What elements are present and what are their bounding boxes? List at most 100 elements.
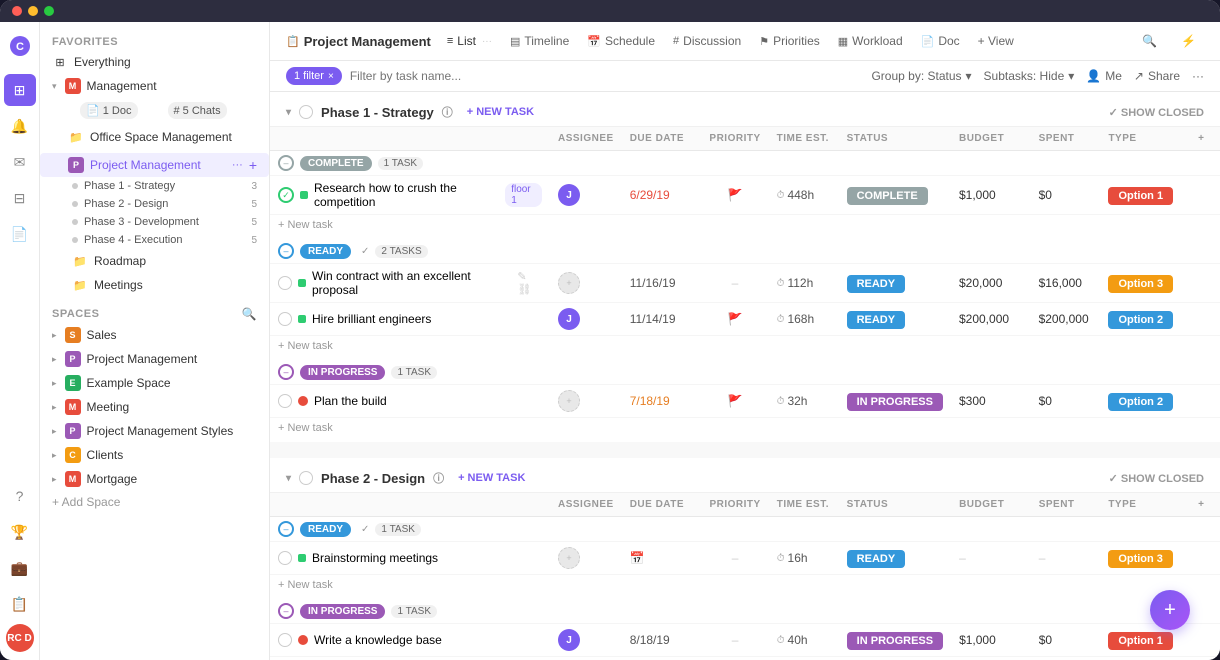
p2-ready-collapse[interactable]: –: [278, 521, 294, 537]
phase2-info[interactable]: ⓘ: [433, 470, 444, 486]
tab-workload[interactable]: ▦ Workload: [830, 30, 911, 52]
task-type4[interactable]: Option 2: [1108, 393, 1173, 411]
task-type6[interactable]: Option 1: [1108, 632, 1173, 650]
task-assignee4[interactable]: +: [558, 390, 580, 412]
help-icon[interactable]: ?: [4, 480, 36, 512]
task-check6[interactable]: [278, 633, 292, 647]
sidebar-item-pm-styles[interactable]: ▸ P Project Management Styles: [40, 419, 269, 443]
p2-inprogress-collapse[interactable]: –: [278, 603, 294, 619]
chats-badge[interactable]: # 5 Chats: [168, 102, 227, 119]
task-tag[interactable]: floor 1: [505, 183, 542, 207]
sidebar-item-clients[interactable]: ▸ C Clients: [40, 443, 269, 467]
tab-list[interactable]: ≡ List ···: [439, 30, 500, 52]
task-status3[interactable]: READY: [847, 311, 906, 329]
phase1-show-closed[interactable]: ✓ SHOW CLOSED: [1109, 106, 1204, 119]
task-type2[interactable]: Option 3: [1108, 275, 1173, 293]
maximize-dot[interactable]: [44, 6, 54, 16]
task-status5[interactable]: READY: [847, 550, 906, 568]
task-status4[interactable]: IN PROGRESS: [847, 393, 943, 411]
minimize-dot[interactable]: [28, 6, 38, 16]
task-status[interactable]: COMPLETE: [847, 187, 928, 205]
briefcase-icon[interactable]: 💼: [4, 552, 36, 584]
phase2-new-task[interactable]: + NEW TASK: [452, 470, 531, 486]
message-icon[interactable]: ✉: [4, 146, 36, 178]
add-task-inprogress[interactable]: + New task: [278, 422, 1212, 434]
ready-collapse[interactable]: –: [278, 243, 294, 259]
task-assignee3[interactable]: J: [558, 308, 580, 330]
pm-options[interactable]: ···: [232, 159, 243, 171]
phase2-circle[interactable]: [299, 471, 313, 485]
task-assignee6[interactable]: J: [558, 629, 580, 651]
task-type3[interactable]: Option 2: [1108, 311, 1173, 329]
pm-add[interactable]: +: [249, 157, 257, 173]
sidebar-item-sales[interactable]: ▸ S Sales: [40, 323, 269, 347]
phase2-show-closed[interactable]: ✓ SHOW CLOSED: [1109, 472, 1204, 485]
tab-schedule[interactable]: 📅 Schedule: [579, 30, 663, 52]
home-icon[interactable]: ⊞: [4, 74, 36, 106]
subtasks-btn[interactable]: Subtasks: Hide ▾: [984, 69, 1075, 83]
dashboard-icon[interactable]: ⊟: [4, 182, 36, 214]
task-check4[interactable]: [278, 394, 292, 408]
more-options-btn[interactable]: ···: [1192, 69, 1204, 83]
task-check2[interactable]: [278, 276, 292, 290]
group-by-btn[interactable]: Group by: Status ▾: [871, 69, 971, 83]
phase2-collapse[interactable]: ▾: [286, 473, 291, 484]
inprogress-collapse[interactable]: –: [278, 364, 294, 380]
col-add-header[interactable]: +: [1190, 127, 1220, 151]
sidebar-item-example[interactable]: ▸ E Example Space: [40, 371, 269, 395]
task-assignee5[interactable]: +: [558, 547, 580, 569]
p2-add-task-ready[interactable]: + New task: [278, 579, 1212, 591]
task-status2[interactable]: READY: [847, 275, 906, 293]
sidebar-item-project-management[interactable]: P Project Management ··· +: [40, 153, 269, 177]
close-dot[interactable]: [12, 6, 22, 16]
p2-col-add[interactable]: +: [1190, 493, 1220, 517]
sidebar-subitem-development[interactable]: Phase 3 - Development 5: [40, 213, 269, 231]
spaces-search-icon[interactable]: 🔍: [242, 307, 257, 321]
phase1-circle[interactable]: [299, 105, 313, 119]
phase1-new-task[interactable]: + NEW TASK: [461, 104, 540, 120]
add-task-ready[interactable]: + New task: [278, 340, 1212, 352]
task-check5[interactable]: [278, 551, 292, 565]
sidebar-item-pm2[interactable]: ▸ P Project Management: [40, 347, 269, 371]
task-status6[interactable]: IN PROGRESS: [847, 632, 943, 650]
sidebar-subitem-strategy[interactable]: Phase 1 - Strategy 3: [40, 177, 269, 195]
sidebar-subitem-design[interactable]: Phase 2 - Design 5: [40, 195, 269, 213]
sidebar-item-meetings[interactable]: 📁 Meetings: [40, 273, 269, 297]
tab-add-view[interactable]: + View: [970, 30, 1022, 52]
bolt-button[interactable]: ⚡: [1173, 30, 1204, 52]
add-space-btn[interactable]: + Add Space: [40, 491, 269, 513]
clipboard-icon[interactable]: 📋: [4, 588, 36, 620]
sidebar-item-roadmap[interactable]: 📁 Roadmap: [40, 249, 269, 273]
tab-discussion[interactable]: # Discussion: [665, 30, 749, 52]
doc-badge[interactable]: 📄 1 Doc: [80, 102, 138, 119]
task-check3[interactable]: [278, 312, 292, 326]
sidebar-item-office[interactable]: 📁 Office Space Management: [40, 125, 269, 149]
task-assignee[interactable]: J: [558, 184, 580, 206]
sidebar-item-mortgage[interactable]: ▸ M Mortgage: [40, 467, 269, 491]
user-avatar[interactable]: RC D: [6, 624, 34, 652]
task-type5[interactable]: Option 3: [1108, 550, 1173, 568]
phase1-info[interactable]: ⓘ: [442, 104, 453, 120]
phase1-collapse[interactable]: ▾: [286, 107, 291, 118]
tab-priorities[interactable]: ⚑ Priorities: [751, 30, 828, 52]
share-btn[interactable]: ↗ Share: [1134, 69, 1180, 83]
task-type[interactable]: Option 1: [1108, 187, 1173, 205]
add-task-complete[interactable]: + New task: [278, 219, 1212, 231]
search-button[interactable]: 🔍: [1134, 30, 1165, 52]
sidebar-item-management[interactable]: ▾ M Management: [40, 74, 269, 98]
trophy-icon[interactable]: 🏆: [4, 516, 36, 548]
filter-chip[interactable]: 1 filter ×: [286, 67, 342, 85]
sidebar-item-everything[interactable]: ⊞ Everything: [40, 50, 269, 74]
notification-icon[interactable]: 🔔: [4, 110, 36, 142]
docs-icon[interactable]: 📄: [4, 218, 36, 250]
sidebar-subitem-execution[interactable]: Phase 4 - Execution 5: [40, 231, 269, 249]
task-assignee2[interactable]: +: [558, 272, 580, 294]
complete-collapse[interactable]: –: [278, 155, 294, 171]
fab-button[interactable]: +: [1150, 590, 1190, 630]
logo-icon[interactable]: C: [4, 30, 36, 62]
filter-close[interactable]: ×: [328, 71, 334, 82]
tab-timeline[interactable]: ▤ Timeline: [502, 30, 577, 52]
me-btn[interactable]: 👤 Me: [1086, 69, 1122, 83]
filter-input[interactable]: [350, 69, 864, 83]
sidebar-item-meeting[interactable]: ▸ M Meeting: [40, 395, 269, 419]
